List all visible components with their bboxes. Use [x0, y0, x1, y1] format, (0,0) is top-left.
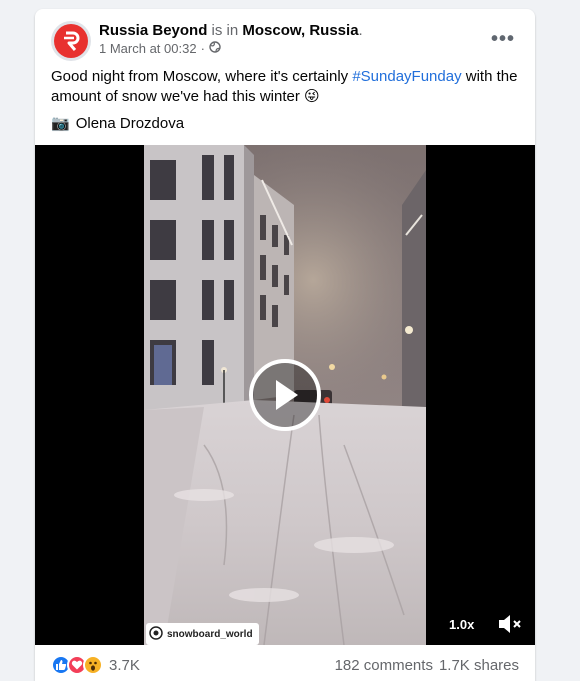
video-player[interactable]: snowboard_world 1.0x: [35, 145, 535, 645]
post-header: Russia Beyond is in Moscow, Russia. 1 Ma…: [35, 9, 535, 69]
is-in-text: is in: [207, 22, 243, 39]
playback-speed-button[interactable]: 1.0x: [449, 617, 474, 632]
play-icon: [276, 380, 298, 410]
instagram-logo-icon: [149, 625, 163, 643]
mute-icon: [499, 615, 521, 633]
mute-button[interactable]: [497, 613, 523, 635]
period-text: .: [358, 22, 363, 39]
wow-icon: [83, 655, 103, 675]
watermark-text: snowboard_world: [167, 628, 253, 640]
globe-icon: [209, 41, 221, 57]
reaction-count: 3.7K: [109, 656, 140, 674]
page-avatar[interactable]: [51, 21, 91, 61]
timestamp-link[interactable]: 1 March at 00:32: [99, 41, 197, 57]
hashtag-link[interactable]: #SundayFunday: [352, 68, 461, 85]
watermark-badge: snowboard_world: [146, 623, 259, 645]
meta-separator: ·: [200, 41, 205, 56]
credit-name: Olena Drozdova: [75, 115, 185, 132]
header-line: Russia Beyond is in Moscow, Russia.: [99, 21, 363, 41]
more-icon: •••: [490, 27, 515, 50]
camera-icon: 📷: [51, 115, 70, 132]
more-options-button[interactable]: •••: [487, 25, 519, 53]
reaction-summary[interactable]: 3.7K: [51, 655, 140, 675]
page-name-link[interactable]: Russia Beyond: [99, 22, 207, 39]
photo-credit: 📷 Olena Drozdova: [51, 114, 184, 134]
post-text: Good night from Moscow, where it's certa…: [51, 67, 521, 107]
post-card: Russia Beyond is in Moscow, Russia. 1 Ma…: [35, 9, 535, 681]
location-link[interactable]: Moscow, Russia: [242, 22, 358, 39]
post-text-start: Good night from Moscow, where it's certa…: [51, 68, 353, 85]
russia-beyond-logo-icon: [54, 24, 88, 58]
post-footer: 3.7K 182 comments 1.7K shares: [35, 645, 535, 681]
post-meta: 1 March at 00:32 ·: [99, 41, 221, 57]
comments-link[interactable]: 182 comments: [335, 657, 433, 674]
play-button[interactable]: [249, 359, 321, 431]
wink-emoji-icon: 😜: [304, 88, 320, 105]
shares-link[interactable]: 1.7K shares: [439, 657, 519, 674]
engagement-counts: 182 comments 1.7K shares: [335, 657, 519, 674]
